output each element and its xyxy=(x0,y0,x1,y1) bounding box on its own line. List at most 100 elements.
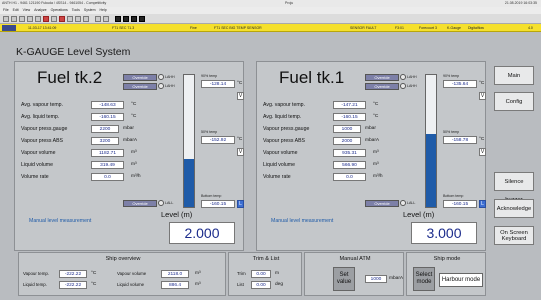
avg-vapour-label: Avg. vapour temp. xyxy=(21,102,64,108)
avg-vapour-unit: °C xyxy=(373,102,379,107)
print-icon[interactable] xyxy=(35,16,41,22)
mid-flag: V xyxy=(479,148,486,156)
lall-label: LALL xyxy=(407,201,416,205)
vap-volume-label: Vapour volume xyxy=(263,150,298,156)
trim-list-title: Trim & List xyxy=(252,256,280,262)
vol-rate-value: 0.0 xyxy=(91,173,124,181)
avg-liquid-unit: °C xyxy=(131,114,137,119)
silence-buzzer-button[interactable]: Silence buzzer xyxy=(494,172,534,203)
back-icon[interactable] xyxy=(3,16,9,22)
bottom-flag: L xyxy=(237,200,244,208)
select-mode-button[interactable]: Select mode xyxy=(413,267,435,291)
liq-volume-label: Liquid volume xyxy=(21,162,54,168)
mid-temp-unit: °C xyxy=(479,137,485,142)
forward-icon[interactable] xyxy=(11,16,17,22)
ship-liquid-temp-value: -222.22 xyxy=(59,281,87,289)
page-title: K-GAUGE Level System xyxy=(16,46,131,58)
menu-analyze[interactable]: Analyze xyxy=(34,8,46,12)
vap-volume-label: Vapour volume xyxy=(21,150,56,156)
menu-tools[interactable]: Tools xyxy=(72,8,80,12)
lahh-indicator xyxy=(400,74,406,80)
harbour-mode-button[interactable]: Harbour mode xyxy=(439,273,483,287)
tank-level-bar xyxy=(183,74,195,208)
avg-liquid-value: -160.15 xyxy=(91,113,124,121)
avg-liquid-unit: °C xyxy=(373,114,379,119)
liq-volume-unit: m³ xyxy=(131,162,137,167)
avg-liquid-label: Avg. liquid temp. xyxy=(263,114,302,120)
menu-view[interactable]: View xyxy=(23,8,31,12)
vap-press-gauge-unit: mbar xyxy=(123,126,134,131)
vap-press-gauge-value: 2200 xyxy=(91,125,119,133)
avg-vapour-value: -147.21 xyxy=(333,101,366,109)
info-icon[interactable] xyxy=(83,16,89,22)
mid-temp-label: 50% temp xyxy=(201,130,218,134)
window-center-title: Proju xyxy=(285,1,294,5)
menu-system[interactable]: System xyxy=(84,8,96,12)
window-icon[interactable] xyxy=(95,16,101,22)
avg-vapour-label: Avg. vapour temp. xyxy=(263,102,306,108)
acknowledge-button[interactable]: Acknowledge xyxy=(494,199,534,218)
override-lahh-button[interactable]: Override xyxy=(123,74,157,81)
status-icon-1 xyxy=(115,16,121,22)
vol-rate-value: 0.0 xyxy=(333,173,366,181)
avg-vapour-value: -148.63 xyxy=(91,101,124,109)
alarm-state: Fine xyxy=(190,26,197,30)
alarm-system: K-Gauge xyxy=(447,26,462,30)
avg-liquid-label: Avg. liquid temp. xyxy=(21,114,60,120)
manual-level-link[interactable]: Manual level measurement xyxy=(271,218,333,224)
stop-icon[interactable] xyxy=(59,16,65,22)
lahh-indicator xyxy=(158,74,164,80)
on-screen-keyboard-button[interactable]: On Screen Keyboard xyxy=(494,226,534,245)
alarm-bar[interactable]: 11-03-17 13:41:09 FT1 SEC 71.3 Fine FT1 … xyxy=(0,24,541,32)
top-temp-label: 90% temp xyxy=(201,74,218,78)
alarm-code: F3:01 xyxy=(395,26,404,30)
vol-rate-label: Volume rate xyxy=(263,174,291,180)
top-temp-unit: °C xyxy=(237,81,243,86)
main-button[interactable]: Main xyxy=(494,66,534,85)
top-flag: V xyxy=(237,92,244,100)
set-value-button[interactable]: Set value xyxy=(333,267,355,291)
override-lahh-button[interactable]: Override xyxy=(365,74,399,81)
override-lahi-button[interactable]: Override xyxy=(365,83,399,90)
tank-level-fill xyxy=(184,159,194,207)
ship-mode-title: Ship mode xyxy=(433,256,461,262)
lall-indicator xyxy=(400,200,406,206)
grid-icon[interactable] xyxy=(67,16,73,22)
layout-icon[interactable] xyxy=(103,16,109,22)
window-title: ANTH H1 - 9461 121190 Fukuda / 4SS14 - 9… xyxy=(2,1,107,5)
manual-atm-value[interactable]: 1000 xyxy=(365,275,387,283)
refresh-icon[interactable] xyxy=(27,16,33,22)
window-titlebar: ANTH H1 - 9461 121190 Fukuda / 4SS14 - 9… xyxy=(0,0,541,7)
top-temp-label: 90% temp xyxy=(443,74,460,78)
ship-vapour-temp-unit: °C xyxy=(91,271,97,276)
status-icon-3 xyxy=(131,16,137,22)
menu-help[interactable]: Help xyxy=(100,8,107,12)
trend-icon[interactable] xyxy=(51,16,57,22)
manual-level-link[interactable]: Manual level measurement xyxy=(29,218,91,224)
avg-liquid-value: -160.15 xyxy=(333,113,366,121)
alarm-description: FT1 SEC BIG TEMP SENSOR xyxy=(214,26,262,30)
home-icon[interactable] xyxy=(19,16,25,22)
ship-liquid-temp-label: Liquid temp. xyxy=(23,282,47,287)
vap-press-abs-value: 2000 xyxy=(333,137,361,145)
override-lahi-button[interactable]: Override xyxy=(123,83,157,90)
alarm-ack-icon[interactable] xyxy=(2,25,16,31)
alarm-icon[interactable] xyxy=(43,16,49,22)
lahi-indicator xyxy=(400,83,406,89)
trim-value: 0.00 xyxy=(251,270,271,278)
override-lall-button[interactable]: Override xyxy=(365,200,399,207)
menu-file[interactable]: File xyxy=(3,8,9,12)
menu-edit[interactable]: Edit xyxy=(13,8,19,12)
top-temp-value: -135.64 xyxy=(443,80,477,88)
override-lall-button[interactable]: Override xyxy=(123,200,157,207)
set-value-label-1: Set xyxy=(339,272,349,278)
tank-panel-2: Fuel tk.2 Override LAHH Override LAHH Av… xyxy=(14,61,244,251)
keyboard-label-2: Keyboard xyxy=(501,236,527,242)
lahi-indicator xyxy=(158,83,164,89)
menu-operations[interactable]: Operations xyxy=(51,8,68,12)
config-button[interactable]: Config xyxy=(494,92,534,111)
ship-vapour-temp-value: -222.22 xyxy=(59,270,87,278)
tank-name: Fuel tk.1 xyxy=(279,68,345,87)
vap-press-abs-label: Vapour press ABS xyxy=(21,138,64,144)
settings-icon[interactable] xyxy=(75,16,81,22)
